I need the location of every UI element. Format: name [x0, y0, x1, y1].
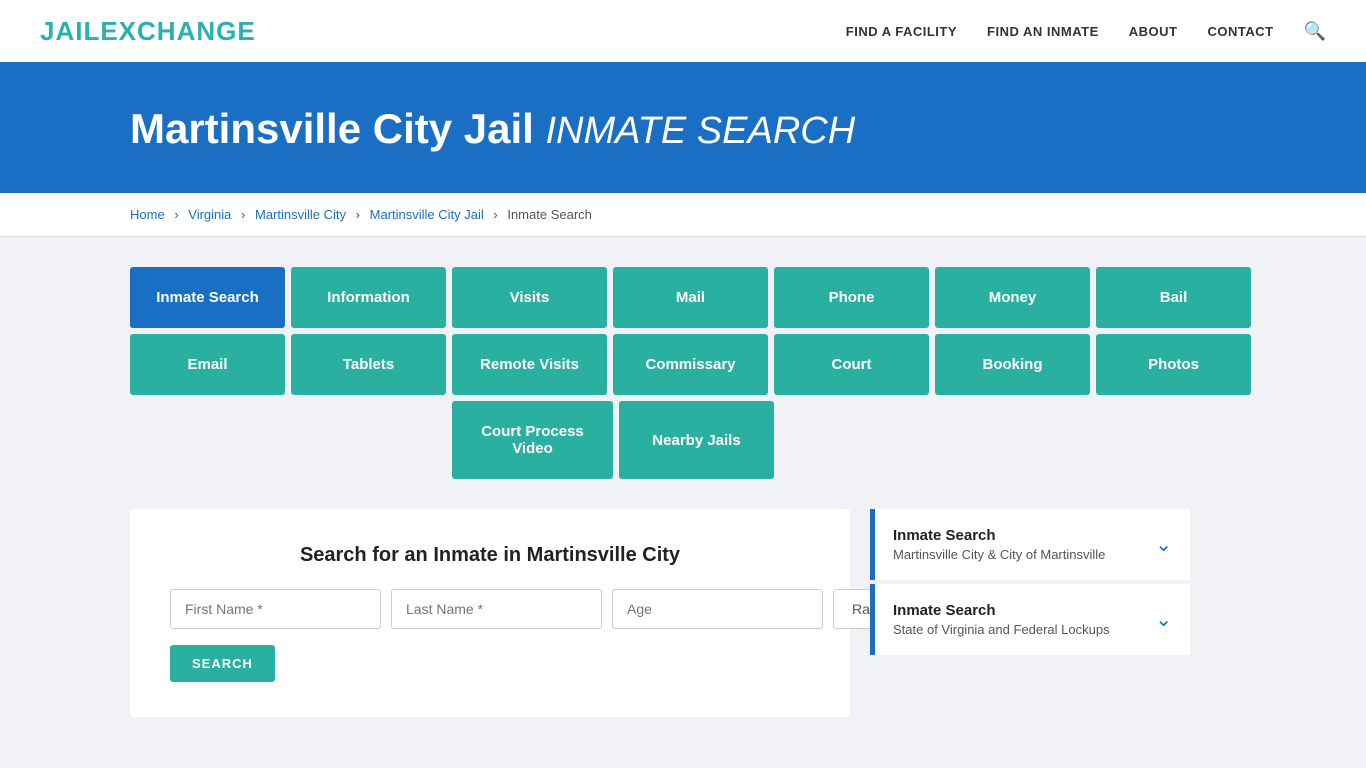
breadcrumb-sep-1: › — [174, 207, 178, 222]
page-title: Martinsville City Jail INMATE SEARCH — [130, 105, 1326, 153]
btn-visits[interactable]: Visits — [452, 267, 607, 328]
search-button[interactable]: SEARCH — [170, 645, 275, 682]
logo-exchange-text: EXCHANGE — [100, 16, 255, 46]
btn-bail[interactable]: Bail — [1096, 267, 1251, 328]
main-content: Inmate Search Information Visits Mail Ph… — [0, 237, 1366, 747]
form-name-row: Race White Black Hispanic Asian Other — [170, 589, 810, 629]
btn-email[interactable]: Email — [130, 334, 285, 395]
search-form-container: Search for an Inmate in Martinsville Cit… — [130, 509, 850, 717]
breadcrumb-city[interactable]: Martinsville City — [255, 207, 346, 222]
page-title-main: Martinsville City Jail — [130, 105, 534, 152]
btn-booking[interactable]: Booking — [935, 334, 1090, 395]
btn-nearby-jails[interactable]: Nearby Jails — [619, 401, 774, 479]
breadcrumb-sep-2: › — [241, 207, 245, 222]
header: JAILEXCHANGE FIND A FACILITY FIND AN INM… — [0, 0, 1366, 65]
btn-court[interactable]: Court — [774, 334, 929, 395]
nav-contact[interactable]: CONTACT — [1207, 24, 1273, 39]
sidebar-card-local-inner: Inmate Search Martinsville City & City o… — [875, 509, 1190, 580]
sidebar-card-state-text: Inmate Search State of Virginia and Fede… — [893, 602, 1110, 637]
hero-section: Martinsville City Jail INMATE SEARCH — [0, 65, 1366, 193]
btn-remote-visits[interactable]: Remote Visits — [452, 334, 607, 395]
btn-inmate-search[interactable]: Inmate Search — [130, 267, 285, 328]
search-form-title: Search for an Inmate in Martinsville Cit… — [170, 544, 810, 567]
btn-photos[interactable]: Photos — [1096, 334, 1251, 395]
sidebar-card-local-text: Inmate Search Martinsville City & City o… — [893, 527, 1105, 562]
main-nav: FIND A FACILITY FIND AN INMATE ABOUT CON… — [846, 21, 1326, 42]
nav-about[interactable]: ABOUT — [1129, 24, 1178, 39]
chevron-down-icon: ⌄ — [1155, 532, 1172, 557]
sidebar-card-local[interactable]: Inmate Search Martinsville City & City o… — [870, 509, 1190, 580]
sidebar-card-state[interactable]: Inmate Search State of Virginia and Fede… — [870, 584, 1190, 655]
last-name-input[interactable] — [391, 589, 602, 629]
button-row-2: Email Tablets Remote Visits Commissary C… — [130, 334, 1326, 395]
age-input[interactable] — [612, 589, 823, 629]
breadcrumb-home[interactable]: Home — [130, 207, 165, 222]
sidebar-card-local-title: Inmate Search — [893, 527, 1105, 544]
sidebar-card-state-inner: Inmate Search State of Virginia and Fede… — [875, 584, 1190, 655]
sidebar: Inmate Search Martinsville City & City o… — [870, 509, 1190, 659]
sidebar-card-local-subtitle: Martinsville City & City of Martinsville — [893, 547, 1105, 562]
btn-phone[interactable]: Phone — [774, 267, 929, 328]
breadcrumb-sep-4: › — [493, 207, 497, 222]
sidebar-card-state-subtitle: State of Virginia and Federal Lockups — [893, 622, 1110, 637]
btn-tablets[interactable]: Tablets — [291, 334, 446, 395]
logo-jail-text: JAIL — [40, 16, 100, 46]
search-icon[interactable]: 🔍 — [1304, 21, 1326, 42]
button-row-3: Court Process Video Nearby Jails — [452, 401, 1326, 479]
nav-find-facility[interactable]: FIND A FACILITY — [846, 24, 957, 39]
logo[interactable]: JAILEXCHANGE — [40, 16, 256, 47]
breadcrumb-current: Inmate Search — [507, 207, 592, 222]
breadcrumb-jail[interactable]: Martinsville City Jail — [370, 207, 484, 222]
navigation-buttons: Inmate Search Information Visits Mail Ph… — [130, 267, 1326, 479]
chevron-down-icon-2: ⌄ — [1155, 607, 1172, 632]
breadcrumb-virginia[interactable]: Virginia — [188, 207, 231, 222]
btn-mail[interactable]: Mail — [613, 267, 768, 328]
first-name-input[interactable] — [170, 589, 381, 629]
breadcrumb-sep-3: › — [356, 207, 360, 222]
content-area: Search for an Inmate in Martinsville Cit… — [130, 509, 1326, 717]
btn-commissary[interactable]: Commissary — [613, 334, 768, 395]
btn-money[interactable]: Money — [935, 267, 1090, 328]
button-row-1: Inmate Search Information Visits Mail Ph… — [130, 267, 1326, 328]
sidebar-card-state-title: Inmate Search — [893, 602, 1110, 619]
btn-court-process-video[interactable]: Court Process Video — [452, 401, 613, 479]
nav-find-inmate[interactable]: FIND AN INMATE — [987, 24, 1099, 39]
breadcrumb: Home › Virginia › Martinsville City › Ma… — [0, 193, 1366, 237]
page-title-italic: INMATE SEARCH — [546, 110, 856, 152]
btn-information[interactable]: Information — [291, 267, 446, 328]
